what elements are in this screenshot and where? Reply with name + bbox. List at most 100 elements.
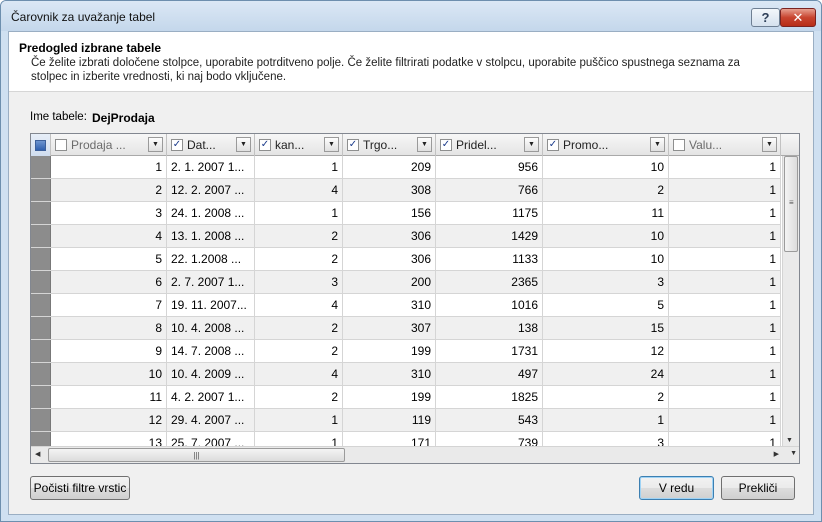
column-header-1[interactable]: Prodaja ... ▼: [51, 134, 167, 156]
table-cell: 12: [543, 340, 669, 362]
chevron-down-icon[interactable]: ▼: [324, 137, 339, 152]
scroll-left-icon[interactable]: ◀: [35, 450, 40, 458]
cancel-button[interactable]: Prekliči: [721, 476, 795, 500]
column-header-3[interactable]: kan... ▼: [255, 134, 343, 156]
table-cell: 306: [343, 248, 436, 270]
table-cell: 10: [543, 156, 669, 178]
table-cell: 1: [669, 340, 781, 362]
vertical-scrollbar[interactable]: ≡ ▼: [782, 156, 799, 448]
window-title: Čarovnik za uvažanje tabel: [11, 10, 156, 24]
table-cell: 1: [669, 294, 781, 316]
table-row: 6 2. 7. 2007 1... 3 200 2365 3 1: [31, 271, 781, 294]
table-row: 10 10. 4. 2009 ... 4 310 497 24 1: [31, 363, 781, 386]
chevron-down-icon[interactable]: ▼: [762, 137, 777, 152]
chevron-down-icon[interactable]: ▼: [650, 137, 665, 152]
table-cell: 2: [543, 179, 669, 201]
row-header[interactable]: [31, 409, 51, 431]
table-cell: 24: [543, 363, 669, 385]
table-cell: 1429: [436, 225, 543, 247]
table-cell: 12: [51, 409, 167, 431]
table-cell: 8: [51, 317, 167, 339]
row-header[interactable]: [31, 248, 51, 270]
vertical-scroll-thumb[interactable]: ≡: [784, 156, 798, 252]
table-cell: 4: [51, 225, 167, 247]
column-checkbox[interactable]: [347, 139, 359, 151]
table-cell: 2. 7. 2007 1...: [167, 271, 255, 293]
table-cell: 13. 1. 2008 ...: [167, 225, 255, 247]
row-header[interactable]: [31, 179, 51, 201]
row-header[interactable]: [31, 340, 51, 362]
scroll-right-icon[interactable]: ▶: [774, 450, 779, 458]
table-cell: 2: [543, 386, 669, 408]
table-cell: 2. 1. 2007 1...: [167, 156, 255, 178]
chevron-down-icon[interactable]: ▼: [148, 137, 163, 152]
dialog-client: Predogled izbrane tabele Če želite izbra…: [8, 31, 814, 515]
table-row: 12 29. 4. 2007 ... 1 119 543 1 1: [31, 409, 781, 432]
table-cell: 308: [343, 179, 436, 201]
table-cell: 2365: [436, 271, 543, 293]
row-header[interactable]: [31, 271, 51, 293]
chevron-down-icon[interactable]: ▼: [417, 137, 432, 152]
column-label: Prodaja ...: [71, 138, 126, 152]
column-header-2[interactable]: Dat... ▼: [167, 134, 255, 156]
row-header[interactable]: [31, 363, 51, 385]
grid-rows: 1 2. 1. 2007 1... 1 209 956 10 1 2 12. 2. 2007 .…: [31, 156, 781, 455]
column-header-5[interactable]: Pridel... ▼: [436, 134, 543, 156]
select-all-button[interactable]: [31, 134, 51, 156]
scroll-down-icon[interactable]: ▼: [786, 437, 793, 444]
table-cell: 10. 4. 2009 ...: [167, 363, 255, 385]
table-cell: 2: [255, 386, 343, 408]
table-cell: 3: [255, 271, 343, 293]
horizontal-scrollbar[interactable]: ◀ ||| ▶ ▼: [31, 446, 799, 463]
column-checkbox[interactable]: [171, 139, 183, 151]
table-cell: 1825: [436, 386, 543, 408]
row-header[interactable]: [31, 317, 51, 339]
horizontal-scroll-thumb[interactable]: |||: [48, 448, 345, 462]
table-cell: 2: [255, 248, 343, 270]
table-row: 7 19. 11. 2007... 4 310 1016 5 1: [31, 294, 781, 317]
table-cell: 119: [343, 409, 436, 431]
table-cell: 10. 4. 2008 ...: [167, 317, 255, 339]
column-header-7[interactable]: Valu... ▼: [669, 134, 781, 156]
column-header-4[interactable]: Trgo... ▼: [343, 134, 436, 156]
table-cell: 1: [669, 363, 781, 385]
header-description: Če želite izbrati določene stolpce, upor…: [31, 57, 740, 83]
table-row: 8 10. 4. 2008 ... 2 307 138 15 1: [31, 317, 781, 340]
table-cell: 29. 4. 2007 ...: [167, 409, 255, 431]
column-checkbox[interactable]: [259, 139, 271, 151]
table-cell: 1175: [436, 202, 543, 224]
chevron-down-icon[interactable]: ▼: [524, 137, 539, 152]
table-cell: 7: [51, 294, 167, 316]
grid-header: Prodaja ...▼Dat...▼kan...▼Trgo...▼Pridel…: [31, 134, 799, 156]
row-header[interactable]: [31, 202, 51, 224]
table-cell: 543: [436, 409, 543, 431]
column-label: Promo...: [563, 138, 609, 152]
column-checkbox[interactable]: [440, 139, 452, 151]
table-cell: 1: [669, 202, 781, 224]
table-cell: 497: [436, 363, 543, 385]
table-cell: 4: [255, 294, 343, 316]
table-row: 11 4. 2. 2007 1... 2 199 1825 2 1: [31, 386, 781, 409]
row-header[interactable]: [31, 386, 51, 408]
row-header[interactable]: [31, 294, 51, 316]
column-checkbox[interactable]: [55, 139, 67, 151]
table-row: 4 13. 1. 2008 ... 2 306 1429 10 1: [31, 225, 781, 248]
clear-row-filters-button[interactable]: Počisti filtre vrstic: [30, 476, 130, 500]
chevron-down-icon[interactable]: ▼: [236, 137, 251, 152]
table-row: 9 14. 7. 2008 ... 2 199 1731 12 1: [31, 340, 781, 363]
scroll-down-corner-icon[interactable]: ▼: [790, 450, 797, 457]
column-header-6[interactable]: Promo... ▼: [543, 134, 669, 156]
table-cell: 1: [543, 409, 669, 431]
ok-button[interactable]: V redu: [639, 476, 714, 500]
close-button[interactable]: ✕: [780, 8, 816, 27]
table-cell: 956: [436, 156, 543, 178]
table-name-value: DejProdaja: [92, 111, 155, 125]
help-button[interactable]: ?: [751, 8, 780, 27]
column-checkbox[interactable]: [547, 139, 559, 151]
table-cell: 310: [343, 363, 436, 385]
column-checkbox[interactable]: [673, 139, 685, 151]
title-bar[interactable]: Čarovnik za uvažanje tabel ? ✕: [1, 1, 821, 31]
row-header[interactable]: [31, 225, 51, 247]
table-cell: 1: [255, 202, 343, 224]
row-header[interactable]: [31, 156, 51, 178]
